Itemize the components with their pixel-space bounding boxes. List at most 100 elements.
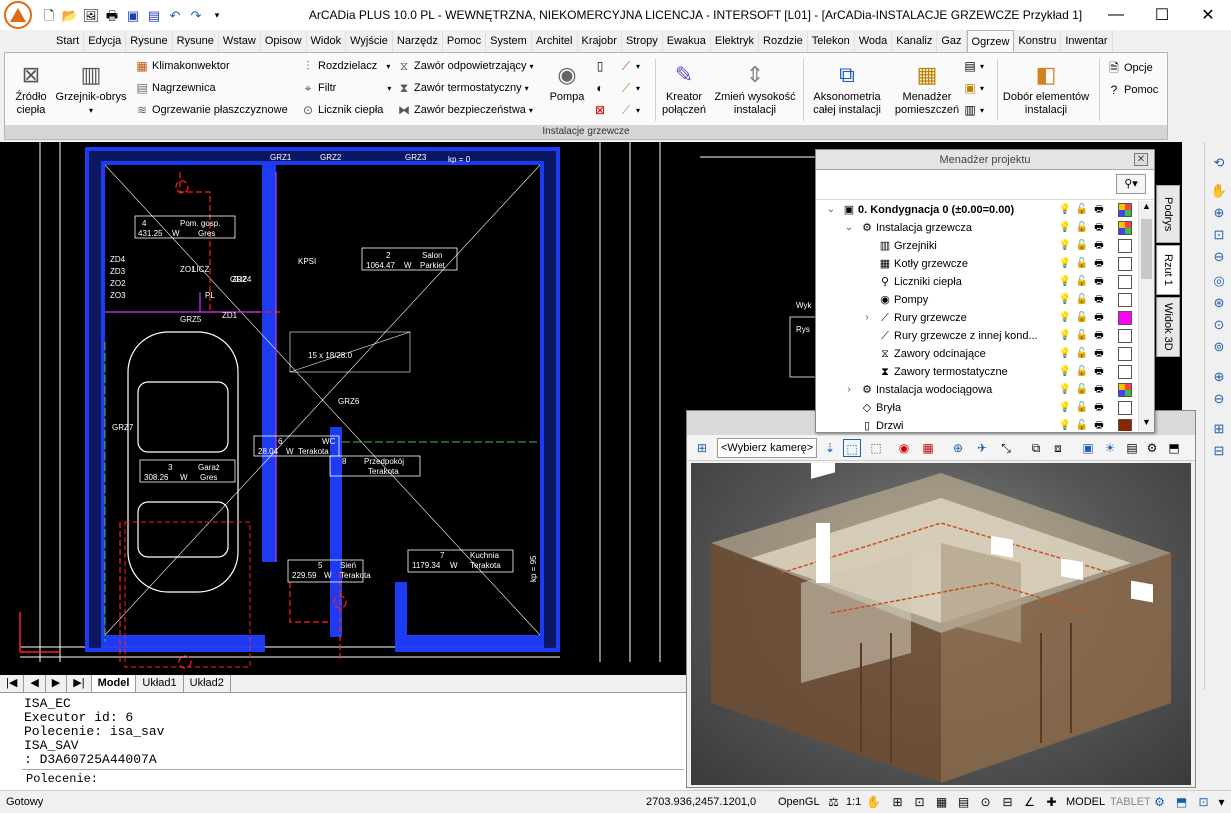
color-swatch[interactable] bbox=[1118, 203, 1132, 217]
scroll-thumb[interactable] bbox=[1141, 219, 1152, 279]
tab-rozdzie[interactable]: Rozdzie bbox=[759, 30, 808, 52]
color-swatch[interactable] bbox=[1118, 257, 1132, 271]
tablet-toggle[interactable]: TABLET bbox=[1110, 791, 1151, 813]
visibility-bulb-icon[interactable]: 💡 bbox=[1058, 256, 1072, 271]
tab-ogrzew[interactable]: Ogrzew bbox=[966, 30, 1015, 52]
manifold-button[interactable]: ⫶ Rozdzielacz ▾ bbox=[301, 59, 390, 73]
small-tool-2-button[interactable]: ▣ ▾ bbox=[963, 81, 984, 95]
zoom-center-icon[interactable]: ⊙ bbox=[1210, 316, 1228, 334]
options-button[interactable]: 🗎 Opcje bbox=[1107, 61, 1153, 75]
undo-icon[interactable]: ↶ bbox=[166, 6, 184, 24]
section-icon[interactable]: ⧉ bbox=[1027, 439, 1045, 457]
thermostatic-valve-button[interactable]: ⧗ Zawór termostatyczny ▾ bbox=[397, 81, 529, 95]
tree-node[interactable]: ⟋ Rury grzewcze z innej kond... 💡 🔓 🖶 bbox=[816, 327, 1138, 345]
grid-icon[interactable]: ⊡ bbox=[912, 795, 927, 810]
zoom-object-icon[interactable]: ⊚ bbox=[1210, 338, 1228, 356]
cube-icon[interactable]: ⧈ bbox=[1049, 439, 1067, 457]
color-swatch[interactable] bbox=[1118, 419, 1132, 431]
collapse-icon[interactable]: ⌄ bbox=[844, 219, 854, 237]
visibility-bulb-icon[interactable]: 💡 bbox=[1058, 274, 1072, 289]
tree-node[interactable]: ⌄ ⚙ Instalacja grzewcza 💡 🔓 🖶 bbox=[816, 219, 1138, 237]
photo-icon[interactable]: 🖼 bbox=[82, 6, 100, 24]
print-icon[interactable]: 🖶 bbox=[1092, 418, 1106, 431]
fan-coil-button[interactable]: ▦ Klimakonwektor bbox=[135, 59, 229, 73]
tab-layout2[interactable]: Układ2 bbox=[184, 675, 231, 692]
tool-a-button[interactable]: ▯ bbox=[593, 59, 607, 73]
color-swatch[interactable] bbox=[1118, 221, 1132, 235]
color-swatch[interactable] bbox=[1118, 365, 1132, 379]
tab-elektryk[interactable]: Elektryk bbox=[711, 30, 760, 52]
lock-icon[interactable]: 🔓 bbox=[1075, 202, 1089, 217]
visibility-bulb-icon[interactable]: 💡 bbox=[1058, 328, 1072, 343]
last-layout-icon[interactable]: ▶| bbox=[67, 675, 92, 692]
color-swatch[interactable] bbox=[1118, 275, 1132, 289]
tab-start[interactable]: Start bbox=[52, 30, 85, 52]
tree-node[interactable]: › ⚙ Instalacja wodociągowa 💡 🔓 🖶 bbox=[816, 381, 1138, 399]
tab-ewakua[interactable]: Ewakua bbox=[663, 30, 711, 52]
lock-icon[interactable]: 🔓 bbox=[1075, 220, 1089, 235]
change-height-button[interactable]: ⇕ Zmień wysokość instalacji bbox=[709, 59, 801, 117]
tab-rysune[interactable]: Rysune bbox=[126, 30, 173, 52]
tab-narzędz[interactable]: Narzędz bbox=[393, 30, 443, 52]
lineweight-icon[interactable]: ∠ bbox=[1022, 795, 1037, 810]
walls-icon[interactable]: ▦ bbox=[919, 439, 937, 457]
tab-rysune[interactable]: Rysune bbox=[173, 30, 219, 52]
tab-woda[interactable]: Woda bbox=[855, 30, 893, 52]
visibility-bulb-icon[interactable]: 💡 bbox=[1058, 292, 1072, 307]
camera-select[interactable]: <Wybierz kamerę> bbox=[717, 438, 817, 458]
tree-node[interactable]: ◉ Pompy 💡 🔓 🖶 bbox=[816, 291, 1138, 309]
annotation-scale-icon[interactable]: ⚖ bbox=[826, 795, 841, 810]
polar-icon[interactable]: ▤ bbox=[956, 795, 971, 810]
fullscreen-icon[interactable]: ⊡ bbox=[1196, 795, 1211, 810]
close-icon[interactable]: ✕ bbox=[1134, 153, 1148, 166]
orbit-icon[interactable]: ⬚ bbox=[843, 439, 861, 457]
tab-opisow[interactable]: Opisow bbox=[261, 30, 307, 52]
heat-source-button[interactable]: ⊠ Źródło ciepła bbox=[9, 59, 53, 117]
tab-layout1[interactable]: Układ1 bbox=[136, 675, 184, 692]
new-icon[interactable]: 🗋 bbox=[40, 6, 58, 24]
ortho-icon[interactable]: ▦ bbox=[934, 795, 949, 810]
tab-architel[interactable]: Architel bbox=[532, 30, 578, 52]
tab-pomoc[interactable]: Pomoc bbox=[443, 30, 487, 52]
lock-icon[interactable]: 🔓 bbox=[1075, 310, 1089, 325]
pump-button[interactable]: ◉ Pompa bbox=[547, 59, 587, 104]
tool-c-button[interactable]: ⊠ bbox=[593, 103, 607, 117]
tab-podrys[interactable]: Podrys bbox=[1156, 185, 1180, 243]
perspective-icon[interactable]: ⬚ bbox=[867, 439, 885, 457]
visibility-icon[interactable]: ✋ bbox=[866, 795, 881, 810]
fly-icon[interactable]: ✈ bbox=[973, 439, 991, 457]
render-icon[interactable]: ◉ bbox=[895, 439, 913, 457]
tree-node[interactable]: ▥ Grzejniki 💡 🔓 🖶 bbox=[816, 237, 1138, 255]
scroll-down-icon[interactable]: ▼ bbox=[1139, 417, 1154, 431]
lights-icon[interactable]: ☀ bbox=[1101, 439, 1119, 457]
tree-node[interactable]: ⚲ Liczniki ciepła 💡 🔓 🖶 bbox=[816, 273, 1138, 291]
print-icon[interactable]: 🖶 bbox=[1092, 220, 1106, 235]
lock-icon[interactable]: 🔓 bbox=[1075, 364, 1089, 379]
customize-icon[interactable]: ▾ bbox=[208, 6, 226, 24]
zoom-dynamic-icon[interactable]: ◎ bbox=[1210, 272, 1228, 290]
tab-widok-3d[interactable]: Widok 3D bbox=[1156, 297, 1180, 357]
color-swatch[interactable] bbox=[1118, 401, 1132, 415]
print-icon[interactable]: 🖶 bbox=[1092, 202, 1106, 217]
tab-system[interactable]: System bbox=[486, 30, 532, 52]
pipe-gray-button[interactable]: ⟋ ▾ bbox=[619, 103, 640, 117]
osnap-icon[interactable]: ⊙ bbox=[978, 795, 993, 810]
print-icon[interactable]: 🖶 bbox=[103, 6, 121, 24]
lock-icon[interactable]: 🔓 bbox=[1075, 256, 1089, 271]
tab-model[interactable]: Model bbox=[91, 675, 137, 692]
lock-icon[interactable]: 🔓 bbox=[1075, 328, 1089, 343]
command-input[interactable]: Polecenie: bbox=[22, 769, 684, 787]
redo-icon[interactable]: ↷ bbox=[187, 6, 205, 24]
lock-icon[interactable]: 🔓 bbox=[1075, 418, 1089, 431]
heater-button[interactable]: ▤ Nagrzewnica bbox=[135, 81, 215, 95]
model-toggle[interactable]: MODEL bbox=[1066, 791, 1105, 813]
pipe-green-button[interactable]: ⟋ ▾ bbox=[619, 81, 640, 95]
first-layout-icon[interactable]: |◀ bbox=[0, 675, 25, 692]
floor-heating-button[interactable]: ≋ Ogrzewanie płaszczyznowe bbox=[135, 103, 288, 117]
pan-icon[interactable]: ✋ bbox=[1210, 182, 1228, 200]
lock-icon[interactable]: 🔓 bbox=[1075, 400, 1089, 415]
camera-settings-icon[interactable]: ⚙ bbox=[1143, 439, 1161, 457]
open-icon[interactable]: 📂 bbox=[61, 6, 79, 24]
scale-label[interactable]: 1:1 bbox=[846, 791, 861, 813]
pipe-pink-button[interactable]: ⟋ ▾ bbox=[619, 59, 640, 73]
